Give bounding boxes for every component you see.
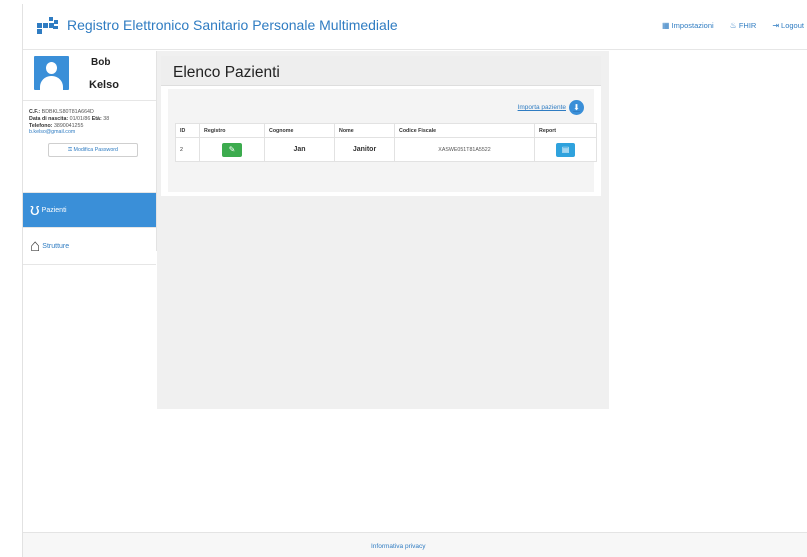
col-report: Report <box>534 123 597 138</box>
page-title: Elenco Pazienti <box>173 64 280 81</box>
user-first-name: Bob <box>91 57 111 68</box>
brand[interactable]: Registro Elettronico Sanitario Personale… <box>37 14 398 36</box>
nav-logout-label: Logout <box>781 21 804 30</box>
panel-header: Elenco Pazienti <box>161 56 601 86</box>
table-row[interactable]: 2 ✎ Jan Janitor XASWE051T81A5522 ▤ <box>175 137 597 162</box>
sidebar-item-label: Strutture <box>42 242 70 250</box>
user-email[interactable]: b.kelso@gmail.com <box>29 129 150 136</box>
import-patient-label: Importa paziente <box>517 104 566 111</box>
user-info: C.F.: BDBKLS80T81A664D Data di nascita: … <box>23 101 156 193</box>
logo-icon <box>37 14 59 36</box>
settings-icon: ▦ <box>662 21 670 30</box>
app-title: Registro Elettronico Sanitario Personale… <box>67 17 398 33</box>
col-id: ID <box>175 123 200 138</box>
edit-icon: ✎ <box>228 144 236 154</box>
user-birth: Data di nascita: 01/01/86 Età: 38 <box>29 115 110 122</box>
patients-table: ID Registro Cognome Nome Codice Fiscale … <box>175 123 597 162</box>
top-nav-links: ▦ Impostazioni ♨ FHIR ⇥ Logout <box>662 21 804 30</box>
import-icon: ⬇ <box>569 100 584 115</box>
privacy-link[interactable]: Informativa privacy <box>371 543 426 550</box>
nav-logout[interactable]: ⇥ Logout <box>772 21 804 30</box>
main-content: Elenco Pazienti Importa paziente ⬇ ID Re… <box>157 51 609 409</box>
stethoscope-icon: ʊ <box>30 200 40 219</box>
logout-icon: ⇥ <box>772 21 780 30</box>
footer: Informativa privacy <box>23 532 807 557</box>
change-password-label: Modifica Password <box>73 147 118 154</box>
user-profile: Bob Kelso <box>23 51 156 101</box>
key-icon: ⚿ <box>68 147 73 154</box>
user-cf: C.F.: BDBKLS80T81A664D <box>29 109 94 115</box>
nav-fhir[interactable]: ♨ FHIR <box>730 21 757 30</box>
change-password-button[interactable]: ⚿ Modifica Password <box>48 143 138 158</box>
sidebar-item-strutture[interactable]: ⌂ Strutture <box>23 228 156 265</box>
fire-icon: ♨ <box>729 21 737 30</box>
cell-nome: Janitor <box>334 137 395 162</box>
user-last-name: Kelso <box>89 79 119 91</box>
sidebar-item-pazienti[interactable]: ʊ Pazienti <box>23 193 156 228</box>
report-button[interactable]: ▤ <box>556 142 575 157</box>
open-register-button[interactable]: ✎ <box>222 142 242 157</box>
nav-fhir-label: FHIR <box>738 21 757 30</box>
cell-id: 2 <box>175 137 200 162</box>
patients-panel: Elenco Pazienti Importa paziente ⬇ ID Re… <box>161 56 601 196</box>
sidebar-item-label: Pazienti <box>41 206 67 214</box>
avatar <box>34 56 69 90</box>
col-registro: Registro <box>199 123 265 138</box>
top-navbar: Registro Elettronico Sanitario Personale… <box>23 4 807 50</box>
home-icon: ⌂ <box>30 236 41 255</box>
report-icon: ▤ <box>561 144 570 154</box>
nav-impostazioni-label: Impostazioni <box>671 21 714 30</box>
sidebar: Bob Kelso C.F.: BDBKLS80T81A664D Data di… <box>23 51 157 265</box>
app-window: Registro Elettronico Sanitario Personale… <box>22 4 807 557</box>
nav-impostazioni[interactable]: ▦ Impostazioni <box>662 21 714 30</box>
col-codice-fiscale: Codice Fiscale <box>394 123 535 138</box>
col-cognome: Cognome <box>264 123 335 138</box>
table-header-row: ID Registro Cognome Nome Codice Fiscale … <box>175 123 597 138</box>
col-nome: Nome <box>334 123 395 138</box>
cell-cognome: Jan <box>264 137 335 162</box>
user-phone: Telefono: 3890041255 <box>29 122 84 129</box>
import-patient-link[interactable]: Importa paziente ⬇ <box>518 100 584 115</box>
cell-codice-fiscale: XASWE051T81A5522 <box>394 137 535 162</box>
panel-body: Importa paziente ⬇ ID Registro Cognome N… <box>168 89 597 192</box>
